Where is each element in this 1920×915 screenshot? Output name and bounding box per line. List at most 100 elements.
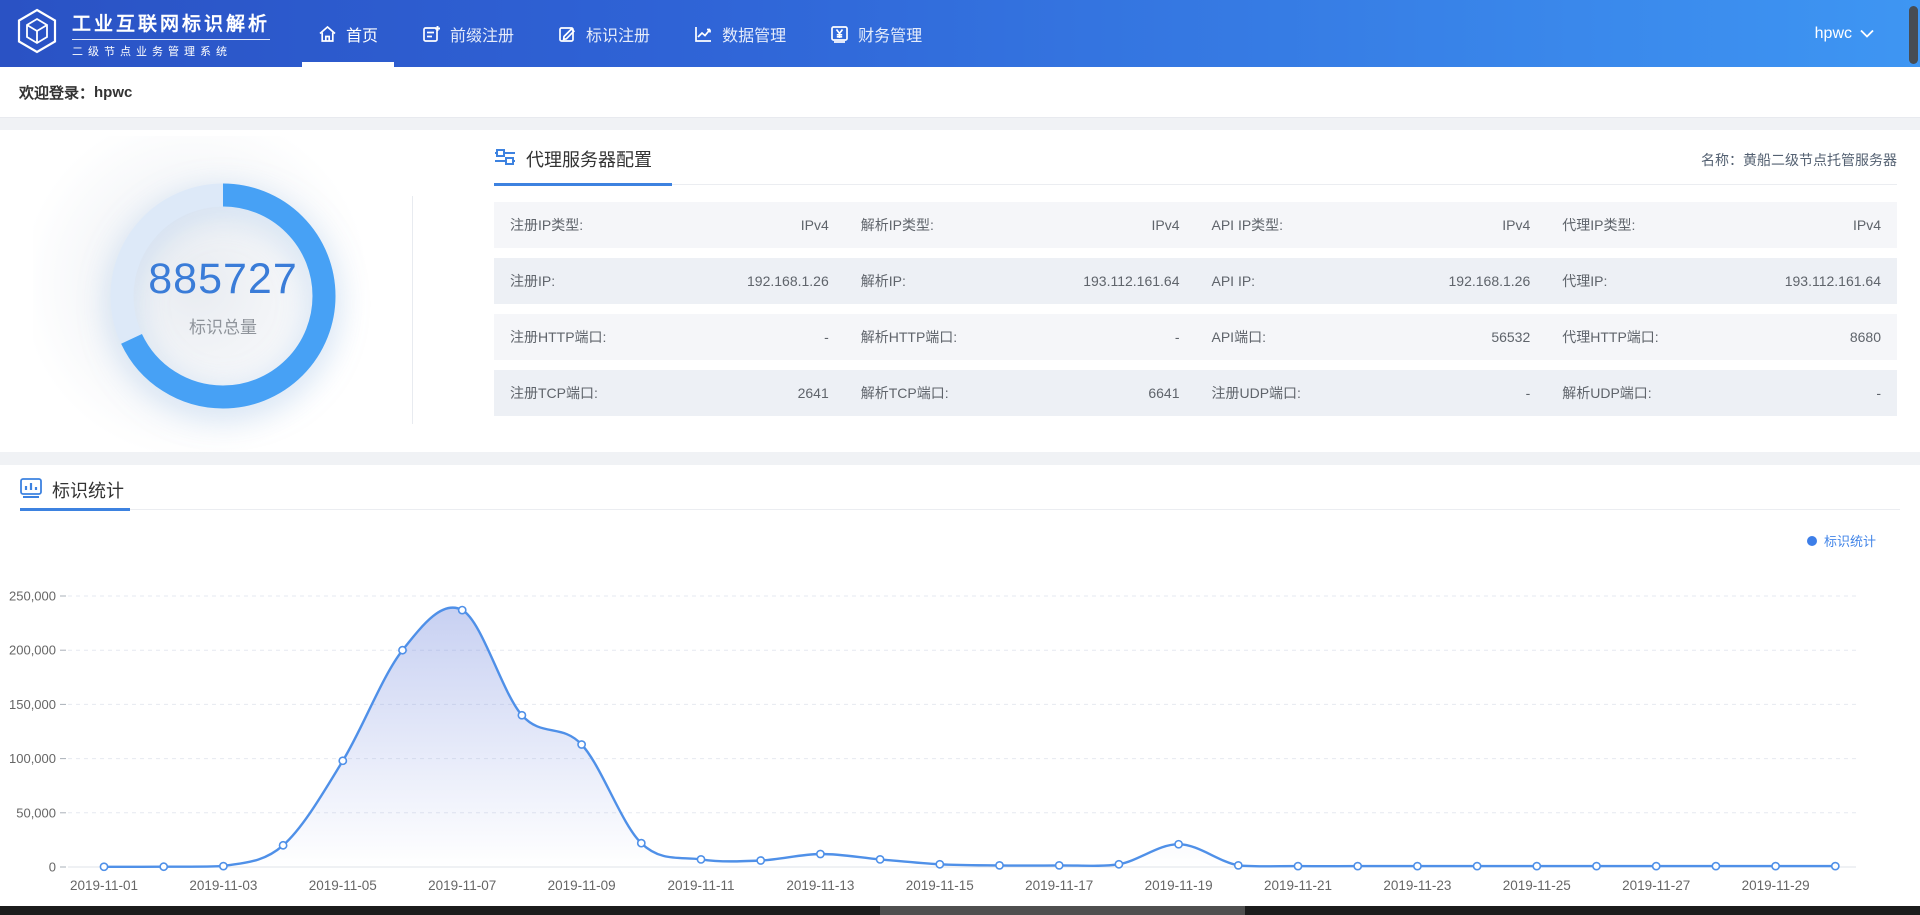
config-value: 8680 xyxy=(1850,329,1881,345)
config-label: 注册IP类型: xyxy=(510,215,583,235)
svg-text:200,000: 200,000 xyxy=(9,643,56,658)
config-cell: 注册HTTP端口:- xyxy=(494,314,845,360)
config-value: 6641 xyxy=(1148,385,1179,401)
horizontal-scrollbar-thumb[interactable] xyxy=(880,906,1245,915)
svg-text:2019-11-21: 2019-11-21 xyxy=(1264,878,1332,893)
config-cell: API IP:192.168.1.26 xyxy=(1196,258,1547,304)
svg-text:2019-11-13: 2019-11-13 xyxy=(786,878,854,893)
nav-item-prefix-register[interactable]: 前缀注册 xyxy=(400,0,536,67)
svg-text:2019-11-23: 2019-11-23 xyxy=(1383,878,1451,893)
user-menu[interactable]: hpwc xyxy=(1795,0,1920,67)
logo-title: 工业互联网标识解析 xyxy=(72,9,270,36)
config-value: IPv4 xyxy=(801,217,829,233)
server-name: 名称：黄船二级节点托管服务器 xyxy=(1701,150,1897,172)
config-label: 注册HTTP端口: xyxy=(510,327,606,347)
config-cell: 注册IP: 192.168.1.26 xyxy=(494,258,845,304)
chevron-down-icon xyxy=(1860,25,1874,43)
config-label: 解析IP: xyxy=(861,271,906,291)
logo-subtitle: 二级节点业务管理系统 xyxy=(72,39,270,59)
config-value: 192.168.1.26 xyxy=(747,273,829,289)
section-title-stats: 标识统计 xyxy=(52,477,124,503)
config-label: 注册UDP端口: xyxy=(1212,383,1301,403)
nav-item-label: 前缀注册 xyxy=(450,22,514,46)
config-cell: 注册UDP端口: - xyxy=(1196,370,1547,416)
config-cell: 注册TCP端口: 2641 xyxy=(494,370,845,416)
svg-text:2019-11-27: 2019-11-27 xyxy=(1622,878,1690,893)
config-label: 注册IP: xyxy=(510,271,555,291)
line-chart: 050,000100,000150,000200,000250,0002019-… xyxy=(0,545,1920,910)
yen-icon xyxy=(830,25,849,43)
config-cell: 代理IP:193.112.161.64 xyxy=(1546,258,1897,304)
config-value: - xyxy=(1526,385,1531,401)
config-label: 代理HTTP端口: xyxy=(1562,327,1658,347)
bar-chart-icon xyxy=(20,478,42,503)
nav-item-id-register[interactable]: 标识注册 xyxy=(536,0,672,67)
config-label: API IP: xyxy=(1212,273,1256,289)
config-value: - xyxy=(1876,385,1881,401)
page: 工业互联网标识解析 二级节点业务管理系统 首页前缀注册标识注册数据管理财务管理 … xyxy=(0,0,1920,915)
config-cell: 解析HTTP端口: - xyxy=(845,314,1196,360)
config-value: 56532 xyxy=(1491,329,1530,345)
config-row: 注册IP: 192.168.1.26 解析IP: 193.112.161.64 API … xyxy=(494,258,1897,304)
total-count: 885727 xyxy=(148,255,298,304)
svg-text:2019-11-07: 2019-11-07 xyxy=(428,878,496,893)
svg-text:2019-11-17: 2019-11-17 xyxy=(1025,878,1093,893)
config-label: 解析UDP端口: xyxy=(1562,383,1651,403)
config-label: 注册TCP端口: xyxy=(510,383,598,403)
config-label: 代理IP类型: xyxy=(1562,215,1635,235)
stats-panel: 标识统计 标识统计 050,000100,000150,000200,00025… xyxy=(0,465,1920,915)
username: hpwc xyxy=(1815,25,1852,43)
overview-panel: 885727 标识总量 代理服务器配置 xyxy=(0,130,1920,452)
svg-text:2019-11-01: 2019-11-01 xyxy=(70,878,138,893)
server-name-label: 名称： xyxy=(1701,152,1743,168)
config-cell: 解析UDP端口: - xyxy=(1546,370,1897,416)
svg-text:2019-11-03: 2019-11-03 xyxy=(189,878,257,893)
welcome-label: 欢迎登录： xyxy=(19,82,94,103)
nav-item-data-manage[interactable]: 数据管理 xyxy=(672,0,808,67)
config-value: IPv4 xyxy=(1853,217,1881,233)
config-cell: API IP类型:IPv4 xyxy=(1196,202,1547,248)
svg-text:2019-11-09: 2019-11-09 xyxy=(548,878,616,893)
config-value: IPv4 xyxy=(1502,217,1530,233)
svg-text:2019-11-19: 2019-11-19 xyxy=(1145,878,1213,893)
main-nav: 首页 前缀注册 标识注册 数据管理财务管理 xyxy=(296,0,944,67)
config-cell: 解析IP类型: IPv4 xyxy=(845,202,1196,248)
nav-item-finance-manage[interactable]: 财务管理 xyxy=(808,0,944,67)
line-chart-icon xyxy=(694,25,713,43)
section-underline xyxy=(494,184,1897,185)
nav-item-label: 首页 xyxy=(346,22,378,46)
nav-item-home[interactable]: 首页 xyxy=(296,0,400,67)
vertical-scrollbar-thumb[interactable] xyxy=(1909,6,1918,64)
config-label: 代理IP: xyxy=(1562,271,1607,291)
svg-text:150,000: 150,000 xyxy=(9,697,56,712)
cube-hexagon-icon xyxy=(14,8,60,59)
nav-item-label: 数据管理 xyxy=(722,22,786,46)
config-label: 解析IP类型: xyxy=(861,215,934,235)
svg-text:50,000: 50,000 xyxy=(16,805,56,820)
nav-item-label: 标识注册 xyxy=(586,22,650,46)
config-value: - xyxy=(1175,329,1180,345)
svg-text:250,000: 250,000 xyxy=(9,589,56,604)
proxy-config-section: 代理服务器配置 名称：黄船二级节点托管服务器 注册IP类型:IPv4解析IP类型… xyxy=(494,146,1897,426)
svg-text:2019-11-11: 2019-11-11 xyxy=(667,878,734,893)
logo[interactable]: 工业互联网标识解析 二级节点业务管理系统 xyxy=(0,0,296,67)
config-value: 2641 xyxy=(798,385,829,401)
config-cell: API端口:56532 xyxy=(1196,314,1547,360)
config-value: 193.112.161.64 xyxy=(1083,273,1179,289)
server-name-value: 黄船二级节点托管服务器 xyxy=(1743,152,1897,168)
section-title-proxy-config: 代理服务器配置 xyxy=(526,146,652,172)
home-icon xyxy=(318,25,337,43)
proxy-config-table: 注册IP类型:IPv4解析IP类型:IPv4API IP类型:IPv4代理IP类… xyxy=(494,202,1897,416)
section-underline xyxy=(20,509,1900,510)
config-cell: 解析TCP端口:6641 xyxy=(845,370,1196,416)
config-cell: 注册IP类型: IPv4 xyxy=(494,202,845,248)
legend-dot-icon xyxy=(1807,536,1817,546)
horizontal-scrollbar[interactable] xyxy=(0,906,1920,915)
svg-text:2019-11-29: 2019-11-29 xyxy=(1742,878,1810,893)
svg-text:2019-11-15: 2019-11-15 xyxy=(906,878,974,893)
config-value: IPv4 xyxy=(1151,217,1179,233)
config-cell: 解析IP: 193.112.161.64 xyxy=(845,258,1196,304)
vertical-divider xyxy=(412,196,413,424)
config-label: 解析HTTP端口: xyxy=(861,327,957,347)
svg-text:100,000: 100,000 xyxy=(9,751,56,766)
